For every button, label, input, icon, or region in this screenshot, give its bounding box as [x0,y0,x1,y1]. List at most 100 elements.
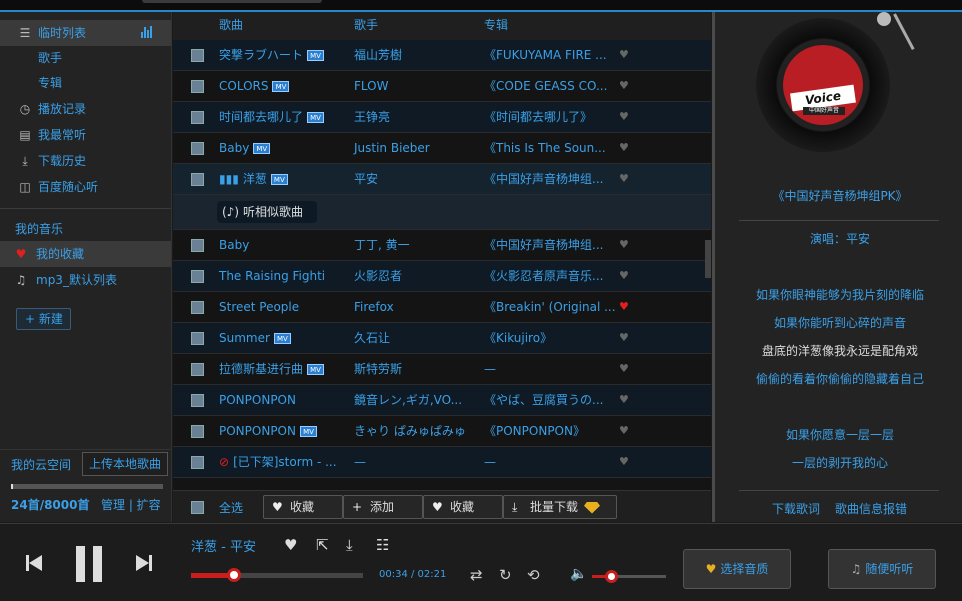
select-all-label[interactable]: 全选 [219,499,243,516]
song-artist[interactable]: きゃり ぱみゅぱみゅ [354,416,466,446]
sidebar-item-default-playlist[interactable]: ♫ mp3_默认列表 [0,267,171,293]
repeat-icon[interactable]: ↻ [499,566,512,584]
song-name[interactable]: Baby MV [219,133,271,163]
random-listen-button[interactable]: ♫ 随便听听 [828,549,936,589]
mv-badge-icon[interactable]: MV [307,364,325,375]
now-playing-title[interactable]: 洋葱 - 平安 [191,536,256,555]
table-row[interactable]: Street People Firefox 《Breakin' (Original … [173,292,711,323]
row-checkbox[interactable] [191,301,204,314]
song-album[interactable]: 《This Is The Soun... [484,133,606,163]
song-artist[interactable]: 斯特劳斯 [354,354,402,384]
song-artist[interactable]: 鏡音レン,ギガ,VO... [354,385,462,415]
new-playlist-button[interactable]: + 新建 [16,308,71,330]
song-name[interactable]: Baby [219,230,249,260]
download-lyrics-link[interactable]: 下载歌词 [772,500,820,517]
heart-icon[interactable]: ♥ [619,230,629,260]
next-button[interactable] [132,552,156,576]
column-header-name[interactable]: 歌曲 [219,14,243,36]
favorite-button[interactable]: ♥ 收藏 [263,495,343,519]
song-album[interactable]: 《Breakin' (Original ... [484,292,616,322]
heart-icon[interactable]: ♥ [619,292,629,322]
heart-icon[interactable]: ♥ [619,71,629,101]
sidebar-item-album[interactable]: 专辑 [0,71,171,96]
heart-icon[interactable]: ♥ [619,447,629,477]
sidebar-item-frequent[interactable]: ▤ 我最常听 [0,122,171,148]
heart-icon[interactable]: ♥ [619,40,629,70]
table-row[interactable]: 时间都去哪儿了 MV 王铮亮 《时间都去哪儿了》 ♥ [173,102,711,133]
pause-button[interactable] [72,542,106,586]
table-row[interactable]: PONPONPON 鏡音レン,ギガ,VO... 《やば、豆腐買うの... ♥ [173,385,711,416]
row-checkbox[interactable] [191,332,204,345]
song-name[interactable]: ▮▮▮ 洋葱 MV [219,164,288,194]
song-album[interactable]: 《PONPONPON》 [484,416,585,446]
mv-badge-icon[interactable]: MV [299,426,317,437]
mv-badge-icon[interactable]: MV [253,143,271,154]
song-artist[interactable]: 火影忍者 [354,261,402,291]
heart-icon[interactable]: ♥ [619,164,629,194]
row-checkbox[interactable] [191,425,204,438]
progress-knob[interactable] [227,568,241,582]
scrollbar-thumb[interactable] [705,240,711,278]
loop-icon[interactable]: ⟲ [527,566,540,584]
song-name[interactable]: 时间都去哪儿了 MV [219,102,325,132]
volume-knob[interactable] [604,570,618,583]
song-album[interactable]: 《やば、豆腐買うの... [484,385,603,415]
equalizer-icon[interactable]: ☷ [376,536,389,554]
song-name[interactable]: ⊘ [已下架]storm - ... [219,447,337,477]
row-checkbox[interactable] [191,173,204,186]
song-artist[interactable]: 福山芳樹 [354,40,402,70]
manage-expand-link[interactable]: 管理 | 扩容 [101,496,161,513]
heart-icon[interactable]: ♥ [619,354,629,384]
download-icon[interactable]: ⤓ [346,536,353,554]
table-row[interactable]: Summer MV 久石让 《Kikujiro》 ♥ [173,323,711,354]
similar-songs-button[interactable]: (♪) 听相似歌曲 [217,201,317,223]
row-checkbox[interactable] [191,111,204,124]
song-album[interactable]: 《时间都去哪儿了》 [484,102,592,132]
column-header-artist[interactable]: 歌手 [354,14,378,36]
sidebar-item-favorites[interactable]: ♥ 我的收藏 [0,241,171,267]
song-name[interactable]: The Raising Fighti [219,261,325,291]
heart-icon[interactable]: ♥ [619,261,629,291]
table-row[interactable]: Baby MV Justin Bieber 《This Is The Soun... ♥ [173,133,711,164]
heart-icon[interactable]: ♥ [619,385,629,415]
sidebar-item-radio[interactable]: ◫ 百度随心听 [0,174,171,200]
report-error-link[interactable]: 歌曲信息报错 [835,500,907,517]
volume-slider[interactable] [592,570,666,583]
song-name[interactable]: Street People [219,292,299,322]
row-checkbox[interactable] [191,239,204,252]
table-row[interactable]: COLORS MV FLOW 《CODE GEASS CO... ♥ [173,71,711,102]
song-artist[interactable]: 久石让 [354,323,390,353]
sidebar-item-downloads[interactable]: ⤓ 下载历史 [0,148,171,174]
batch-download-button[interactable]: ⤓ 批量下载 [503,495,617,519]
progress-bar[interactable] [191,568,363,582]
song-name[interactable]: Summer MV [219,323,291,353]
song-name[interactable]: COLORS MV [219,71,290,101]
sidebar-item-history[interactable]: ◷ 播放记录 [0,96,171,122]
song-name[interactable]: 拉德斯基进行曲 MV [219,354,325,384]
heart-icon[interactable]: ♥ [619,416,629,446]
shuffle-icon[interactable]: ⇄ [470,566,483,584]
table-row[interactable]: 拉德斯基进行曲 MV 斯特劳斯 — ♥ [173,354,711,385]
song-artist[interactable]: Justin Bieber [354,133,430,163]
mv-badge-icon[interactable]: MV [272,81,290,92]
table-row[interactable]: The Raising Fighti 火影忍者 《火影忍者原声音乐... ♥ [173,261,711,292]
song-album[interactable]: — [484,447,496,477]
song-album[interactable]: 《火影忍者原声音乐... [484,261,603,291]
upload-local-button[interactable]: 上传本地歌曲 [82,452,168,476]
song-artist[interactable]: Firefox [354,292,394,322]
add-button[interactable]: + 添加 [343,495,423,519]
song-name[interactable]: 突撃ラブハート MV [219,40,325,70]
song-album[interactable]: 《CODE GEASS CO... [484,71,607,101]
title-tab[interactable] [142,0,322,3]
table-row[interactable]: Baby 丁丁, 黄一 《中国好声音杨坤组... ♥ [173,230,711,261]
song-album[interactable]: 《FUKUYAMA FIRE ... [484,40,607,70]
table-row[interactable]: 突撃ラブハート MV 福山芳樹 《FUKUYAMA FIRE ... ♥ [173,40,711,71]
mv-badge-icon[interactable]: MV [307,112,325,123]
song-album[interactable]: 《中国好声音杨坤组... [484,164,603,194]
song-name[interactable]: PONPONPON MV [219,416,317,446]
volume-icon[interactable]: 🔈 [570,566,587,582]
heart-icon[interactable]: ♥ [619,133,629,163]
table-row[interactable]: PONPONPON MV きゃり ぱみゅぱみゅ 《PONPONPON》 ♥ [173,416,711,447]
song-artist[interactable]: FLOW [354,71,388,101]
song-artist[interactable]: — [354,447,366,477]
